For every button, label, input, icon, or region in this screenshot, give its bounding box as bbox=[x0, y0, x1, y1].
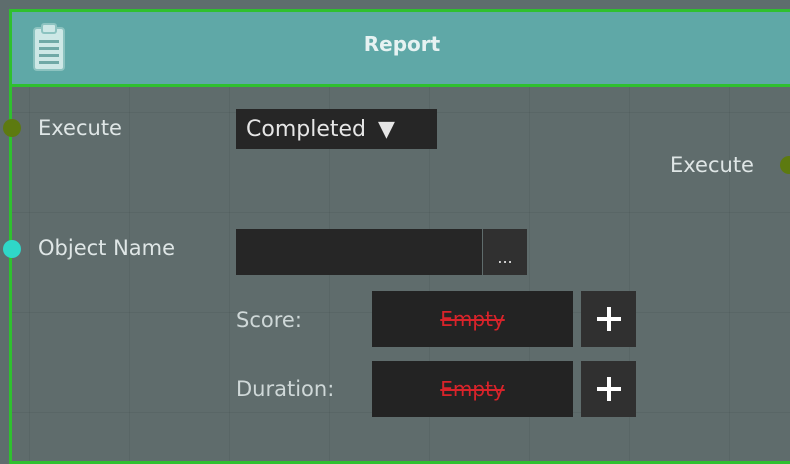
execute-input-label: Execute bbox=[38, 116, 122, 140]
score-value-field[interactable]: Empty bbox=[372, 291, 573, 347]
add-duration-button[interactable] bbox=[581, 361, 636, 417]
object-name-input[interactable] bbox=[236, 229, 482, 275]
object-name-pin[interactable] bbox=[3, 240, 21, 258]
duration-label: Duration: bbox=[236, 377, 335, 401]
object-name-label: Object Name bbox=[38, 236, 176, 260]
status-dropdown[interactable]: Completed ▼ bbox=[236, 109, 437, 149]
node-title: Report bbox=[363, 32, 441, 56]
node-header[interactable]: Report bbox=[12, 12, 790, 87]
status-dropdown-value: Completed bbox=[246, 116, 366, 142]
chevron-down-icon: ▼ bbox=[378, 116, 395, 142]
score-label: Score: bbox=[236, 308, 302, 332]
execute-input-pin[interactable] bbox=[3, 119, 21, 137]
add-score-button[interactable] bbox=[581, 291, 636, 347]
plus-icon bbox=[596, 307, 621, 331]
duration-value-field[interactable]: Empty bbox=[372, 361, 573, 417]
execute-output-label: Execute bbox=[670, 153, 754, 177]
browse-button[interactable]: ... bbox=[483, 229, 527, 275]
plus-icon bbox=[596, 377, 621, 401]
